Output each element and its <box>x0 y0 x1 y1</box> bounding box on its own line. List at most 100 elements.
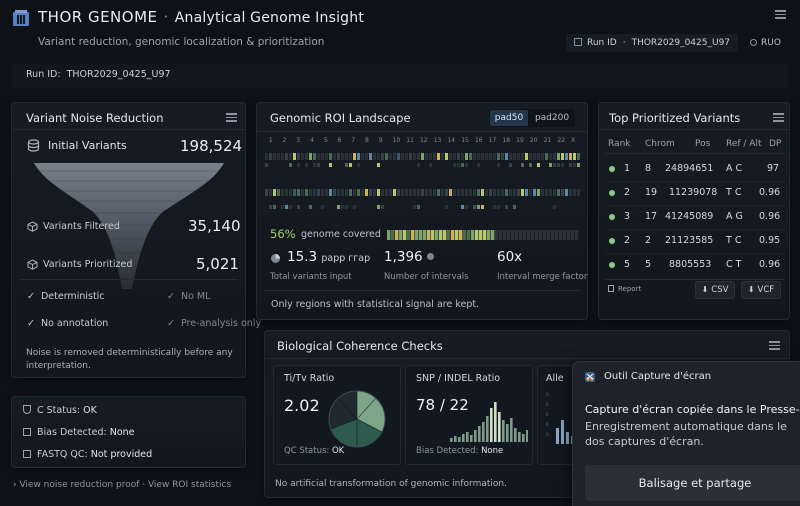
run-id-chip[interactable]: Run ID · THOR2029_0425_U97 <box>566 34 739 52</box>
col-rank[interactable]: Rank <box>608 139 631 149</box>
coverage-segment <box>507 230 511 240</box>
roi-cell <box>341 189 344 196</box>
roi-cell <box>569 153 572 160</box>
variant-noise-reduction-panel: Variant Noise Reduction Initial Variants… <box>11 102 261 378</box>
roi-cell <box>457 153 460 160</box>
table-row[interactable]: 2 19 11239078 T C 0.96 <box>599 185 789 203</box>
row-refalt: A C <box>726 163 743 174</box>
coverage-segment <box>575 230 579 240</box>
qc-status-panel: C Status: OK Bias Detected: None FASTQ Q… <box>11 396 246 468</box>
histogram-bar <box>450 438 453 442</box>
status-row-bias: Bias Detected: None <box>23 427 135 438</box>
seg-pad50[interactable]: pad50 <box>490 110 528 126</box>
bio-note: No artificial transformation of genomic … <box>275 479 507 489</box>
seg-pad200[interactable]: pad200 <box>530 110 574 126</box>
row-refalt: C T <box>726 259 742 270</box>
run-id-bar-text: Run ID: THOR2029_0425_U97 <box>26 69 171 80</box>
histogram-bar <box>478 426 481 442</box>
svg-text:0: 0 <box>546 422 549 427</box>
roi-cell <box>461 205 464 209</box>
variants-prioritized-value: 5,021 <box>196 255 239 273</box>
status-row-fastq: FASTQ QC: Not provided <box>23 449 152 460</box>
histogram-bar <box>502 420 505 442</box>
roi-cell <box>401 153 404 160</box>
csv-button[interactable]: ⬇ CSV <box>695 281 735 299</box>
roi-cell <box>549 189 552 196</box>
toast-body: Enregistrement automatique dans le dos c… <box>585 420 787 448</box>
table-row[interactable]: 3 17 41245089 A G 0.96 <box>599 209 789 227</box>
stat-intervals: 1,396 <box>384 249 434 265</box>
coverage-segment <box>515 230 519 240</box>
roi-cell <box>369 189 372 196</box>
roi-cell <box>277 189 280 196</box>
roi-cell <box>317 153 320 160</box>
coverage-segment <box>531 230 535 240</box>
roi-cell <box>309 205 312 209</box>
roi-cell <box>365 153 368 160</box>
chrom-label: 18 <box>502 137 511 144</box>
coverage-segment <box>539 230 543 240</box>
coverage-segment <box>435 230 439 240</box>
roi-cell <box>337 153 340 160</box>
col-refalt[interactable]: Ref / Alt <box>726 139 762 149</box>
coverage-segment <box>427 230 431 240</box>
markup-share-button[interactable]: Balisage et partage <box>585 465 800 501</box>
bio-panel-menu-icon[interactable] <box>769 341 780 350</box>
svg-text:0: 0 <box>546 412 549 417</box>
roi-cell <box>513 189 516 196</box>
vcf-button[interactable]: ⬇ VCF <box>741 281 781 299</box>
roi-cell <box>473 189 476 196</box>
roi-cell <box>305 163 308 167</box>
roi-cell <box>325 189 328 196</box>
roi-cell <box>577 163 580 167</box>
roi-cell <box>433 153 436 160</box>
col-chrom[interactable]: Chrom <box>645 139 675 149</box>
row-dp: 0.96 <box>759 211 781 222</box>
row-pos: 41245089 <box>665 211 714 222</box>
view-proof-link[interactable]: › View noise reduction proof · View ROI … <box>13 480 231 490</box>
roi-cell <box>509 189 512 196</box>
chrom-label: 3 <box>296 137 301 144</box>
row-pos: 8805553 <box>669 259 712 270</box>
coverage-bar <box>387 230 579 240</box>
titv-status-value: OK <box>331 446 345 456</box>
roi-cell <box>441 153 444 160</box>
roi-cell <box>389 153 392 160</box>
main-menu-icon[interactable] <box>775 10 786 19</box>
noise-panel-menu-icon[interactable] <box>226 113 237 122</box>
roi-cell <box>349 189 352 196</box>
roi-cell <box>461 153 464 160</box>
chrom-label: 8 <box>365 137 369 144</box>
table-row[interactable]: 5 5 8805553 C T 0.96 <box>599 257 789 275</box>
roi-cell <box>481 205 484 209</box>
status-c-label: C Status: <box>37 405 81 416</box>
table-row[interactable]: 2 2 21123585 T C 0.95 <box>599 233 789 251</box>
vcf-label: VCF <box>757 285 775 295</box>
coverage-segment <box>487 230 491 240</box>
roi-cell <box>393 153 396 160</box>
top-panel-menu-icon[interactable] <box>773 113 784 122</box>
coverage-segment <box>527 230 531 240</box>
roi-cell <box>381 189 384 196</box>
roi-cell <box>277 153 280 160</box>
roi-cell <box>561 163 564 167</box>
histogram-bar <box>494 402 497 442</box>
roi-cell <box>533 189 536 196</box>
snp-indel-card: SNP / INDEL Ratio 78 / 22 Bias Detected:… <box>405 365 533 465</box>
roi-cell <box>313 163 316 167</box>
titv-value: 2.02 <box>284 396 320 415</box>
coverage-segment <box>535 230 539 240</box>
table-row[interactable]: 1 8 24894651 A C 97 <box>599 161 789 179</box>
roi-cell <box>529 189 532 196</box>
toast-headline: Capture d'écran copiée dans le Presse-pa <box>585 403 800 416</box>
snp-title: SNP / INDEL Ratio <box>416 373 501 384</box>
roi-cell <box>553 205 556 209</box>
roi-cell <box>301 189 304 196</box>
col-pos[interactable]: Pos <box>695 139 710 149</box>
col-dp[interactable]: DP <box>769 139 781 149</box>
check-no-annotation: ✓ No annotation <box>27 318 108 329</box>
coverage-segment <box>483 230 487 240</box>
report-link[interactable]: Report <box>608 285 641 293</box>
app-header-title: THOR GENOME · Analytical Genome Insight <box>38 8 364 26</box>
top-prioritized-panel: Top Prioritized Variants Rank Chrom Pos … <box>598 102 790 320</box>
